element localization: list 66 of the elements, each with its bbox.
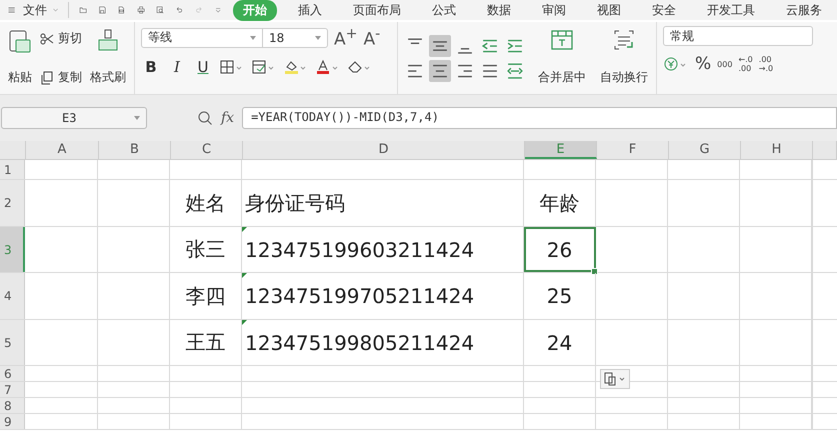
row-header[interactable]: 2 [0,180,25,226]
column-header[interactable]: A [26,141,99,159]
column-header[interactable]: G [669,141,741,159]
row-header[interactable]: 7 [0,382,25,397]
wrap-text-icon[interactable] [612,28,636,52]
cell-text: 身份证号码 [245,190,345,216]
italic-button[interactable]: I [167,58,187,76]
menu-tab[interactable]: 审阅 [532,0,576,20]
menu-tab[interactable]: 公式 [422,0,466,20]
cell-text: 李四 [186,282,226,310]
paste-options-icon[interactable] [600,369,630,389]
name-box[interactable]: E3 [1,107,147,129]
row-header[interactable]: 6 [0,366,25,381]
wrap-text-button[interactable]: 自动换行 [600,69,648,86]
font-name-field[interactable]: 等线 [141,28,263,48]
copy-icon[interactable] [40,70,54,84]
cut-button[interactable]: 剪切 [58,30,82,47]
percent-button[interactable]: % [695,54,712,74]
scissors-icon[interactable] [40,32,54,46]
cell-text: 123475199705211424 [245,284,474,308]
cell-text: 张三 [186,236,226,263]
menu-tab[interactable]: 视图 [587,0,632,20]
underline-button[interactable]: U [193,58,213,76]
clipboard-icon[interactable] [8,28,32,54]
menu-tab[interactable]: 数据 [477,0,522,20]
zoom-icon[interactable] [197,110,213,126]
file-menu[interactable]: 文件 [23,2,48,18]
column-header[interactable]: B [99,141,171,159]
menu-tab[interactable]: 插入 [288,0,332,20]
cell-text: 24 [546,330,572,354]
row-header[interactable]: 9 [0,414,25,429]
thousands-button[interactable]: 000 [717,60,732,68]
decrease-decimal-button[interactable]: .00 →.0 [758,55,774,73]
row-header[interactable]: 4 [0,273,25,319]
copy-button[interactable]: 复制 [58,69,82,86]
cell-text: 姓名 [186,190,226,216]
cell-text: 年龄 [540,190,580,216]
cell-text: 123475199805211424 [245,330,474,354]
align-button[interactable] [429,60,451,82]
bold-button[interactable]: B [141,58,161,76]
number-format-field[interactable]: 常规 [663,26,813,46]
menu-tab[interactable]: 云服务 [776,0,832,20]
merge-cells-icon[interactable] [550,28,574,52]
column-header[interactable]: H [741,141,813,159]
format-painter-button[interactable]: 格式刷 [90,69,126,86]
cell-text: 王五 [186,329,226,356]
increase-decimal-button[interactable]: ←.0 .00 [738,55,753,73]
menu-tab[interactable]: 安全 [642,0,686,20]
paste-button[interactable]: 粘贴 [8,69,32,86]
column-header[interactable]: F [597,141,669,159]
menu-tab[interactable]: 开发工具 [697,0,766,20]
cell-text: 26 [546,238,572,262]
menu-tab[interactable]: 页面布局 [343,0,412,20]
font-size-field[interactable]: 18 [262,28,328,48]
row-header[interactable]: 1 [0,160,25,179]
row-header[interactable]: 8 [0,398,25,413]
function-label[interactable]: fx [221,110,234,126]
align-button[interactable] [429,34,451,56]
merge-center-button[interactable]: 合并居中 [538,69,586,86]
column-header[interactable]: C [171,141,243,159]
row-header[interactable]: 5 [0,320,25,365]
formula-field[interactable]: =YEAR(TODAY())-MID(D3,7,4) [242,107,837,129]
increase-font-button[interactable]: A$^{+}$ [334,26,358,50]
cell-text: 123475199603211424 [245,238,474,262]
decrease-font-button[interactable]: A$^{-}$ [364,26,380,50]
cell-text: 25 [546,284,572,308]
